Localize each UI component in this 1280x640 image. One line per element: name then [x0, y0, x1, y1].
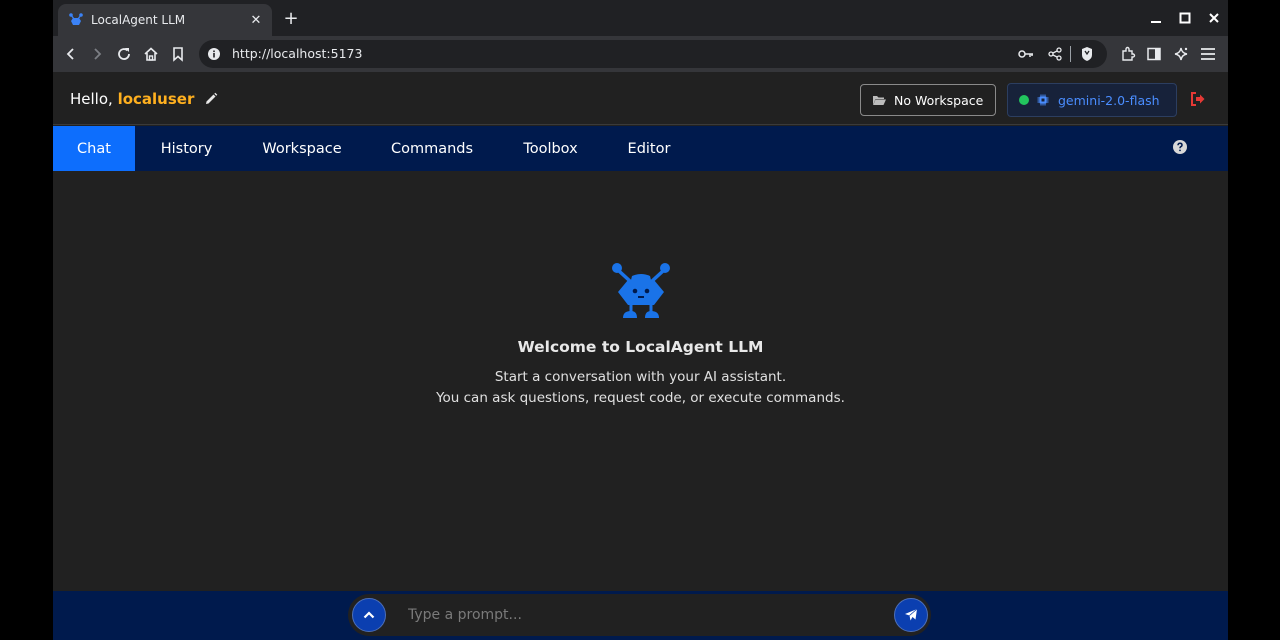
- reload-icon[interactable]: [112, 42, 136, 66]
- tab-close-icon[interactable]: ✕: [246, 10, 266, 30]
- url-text: http://localhost:5173: [232, 46, 363, 61]
- back-icon[interactable]: [59, 42, 83, 66]
- workspace-button[interactable]: No Workspace: [860, 84, 996, 116]
- tab-chat[interactable]: Chat: [53, 126, 135, 171]
- welcome-line-2: You can ask questions, request code, or …: [436, 390, 845, 406]
- app-header: Hello, localuser No Workspace gemini-2.0…: [53, 72, 1228, 125]
- tab-history[interactable]: History: [135, 126, 238, 171]
- minimize-icon[interactable]: [1146, 8, 1166, 28]
- tab-toolbox[interactable]: Toolbox: [498, 126, 603, 171]
- tab-title: LocalAgent LLM: [91, 13, 186, 27]
- tab-workspace[interactable]: Workspace: [238, 126, 366, 171]
- prompt-input[interactable]: [408, 600, 868, 630]
- new-tab-button[interactable]: +: [281, 8, 301, 29]
- maximize-icon[interactable]: [1175, 8, 1195, 28]
- greeting-text: Hello,: [70, 90, 118, 108]
- logout-icon[interactable]: [1190, 91, 1206, 107]
- model-label: gemini-2.0-flash: [1058, 92, 1160, 108]
- welcome-line-1: Start a conversation with your AI assist…: [494, 369, 787, 385]
- paper-plane-icon: [905, 608, 918, 621]
- main-nav: Chat History Workspace Commands Toolbox …: [53, 126, 1228, 171]
- robot-icon: [612, 263, 670, 318]
- close-window-icon[interactable]: [1204, 8, 1224, 28]
- key-icon[interactable]: [1018, 48, 1034, 60]
- share-icon[interactable]: [1048, 47, 1062, 61]
- app-root: Hello, localuser No Workspace gemini-2.0…: [53, 72, 1228, 640]
- send-button[interactable]: [894, 598, 928, 632]
- brave-shield-icon[interactable]: [1080, 46, 1094, 62]
- greeting: Hello, localuser: [70, 90, 194, 108]
- address-bar[interactable]: http://localhost:5173: [199, 40, 1107, 68]
- leo-ai-icon[interactable]: [1169, 42, 1193, 66]
- omnibox-divider: [1070, 46, 1071, 62]
- browser-tab[interactable]: LocalAgent LLM ✕: [58, 4, 272, 36]
- robot-favicon-icon: [69, 13, 83, 25]
- sidebar-toggle-icon[interactable]: [1142, 42, 1166, 66]
- extensions-icon[interactable]: [1116, 42, 1140, 66]
- workspace-label: No Workspace: [894, 92, 984, 108]
- browser-window: LocalAgent LLM ✕ + http://localhost:5173…: [53, 0, 1228, 640]
- folder-open-icon: [873, 96, 886, 105]
- prompt-bar: [53, 591, 1228, 640]
- help-icon[interactable]: [1173, 140, 1187, 154]
- tab-strip: LocalAgent LLM ✕ +: [53, 0, 1228, 36]
- expand-button[interactable]: [352, 598, 386, 632]
- username: localuser: [117, 90, 195, 108]
- microchip-icon: [1037, 94, 1049, 106]
- model-status-dot: [1019, 95, 1029, 105]
- bookmark-icon[interactable]: [166, 42, 190, 66]
- chat-area: Welcome to LocalAgent LLM Start a conver…: [53, 171, 1228, 591]
- prompt-container: [348, 594, 931, 636]
- browser-toolbar: http://localhost:5173: [53, 36, 1228, 72]
- site-info-icon[interactable]: [208, 48, 220, 60]
- tab-commands[interactable]: Commands: [366, 126, 498, 171]
- chevron-up-icon: [363, 611, 375, 619]
- model-selector-button[interactable]: gemini-2.0-flash: [1007, 83, 1177, 117]
- tab-editor[interactable]: Editor: [603, 126, 695, 171]
- forward-icon[interactable]: [85, 42, 109, 66]
- welcome-title: Welcome to LocalAgent LLM: [517, 338, 764, 356]
- home-icon[interactable]: [139, 42, 163, 66]
- menu-icon[interactable]: [1196, 42, 1220, 66]
- edit-username-icon[interactable]: [203, 91, 219, 107]
